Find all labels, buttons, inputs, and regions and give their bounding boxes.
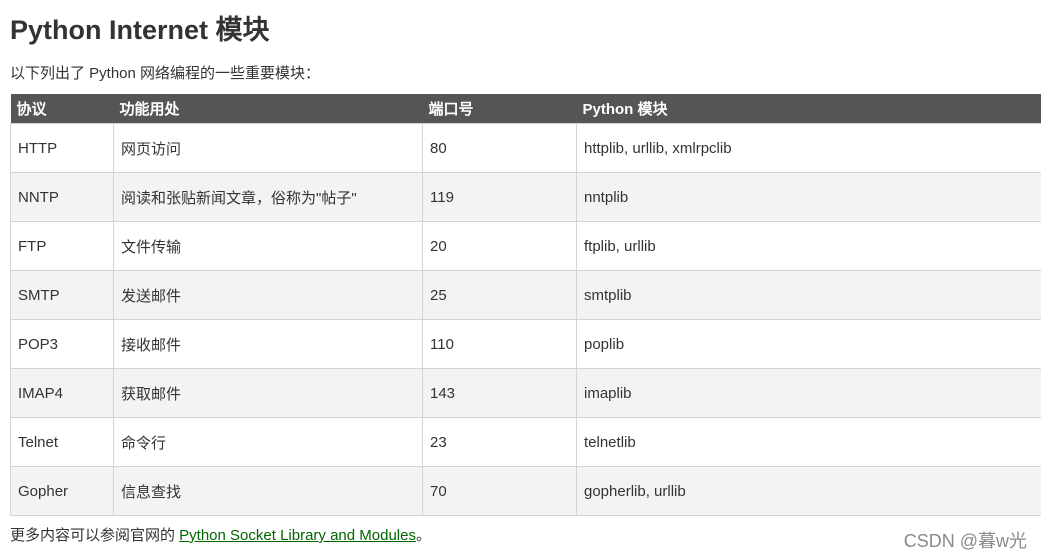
cell-function: 接收邮件 (113, 319, 423, 369)
cell-function: 网页访问 (113, 123, 423, 173)
cell-module: ftplib, urllib (576, 221, 1041, 271)
footer-prefix: 更多内容可以参阅官网的 (10, 527, 180, 544)
cell-protocol: FTP (10, 221, 114, 271)
cell-module: telnetlib (576, 417, 1041, 467)
csdn-watermark: CSDN @暮w光 (903, 531, 1027, 551)
cell-function: 命令行 (113, 417, 423, 467)
cell-module: imaplib (576, 368, 1041, 418)
cell-protocol: Gopher (10, 466, 114, 516)
footer-text: 更多内容可以参阅官网的 Python Socket Library and Mo… (10, 526, 431, 546)
table-row: IMAP4 获取邮件 143 imaplib (10, 368, 1041, 418)
header-function: 功能用处 (113, 94, 423, 124)
cell-port: 20 (422, 221, 577, 271)
footer-suffix: 。 (415, 527, 431, 544)
cell-function: 阅读和张贴新闻文章，俗称为"帖子" (113, 172, 423, 222)
cell-port: 25 (422, 270, 577, 320)
cell-port: 119 (422, 172, 577, 222)
table-row: SMTP 发送邮件 25 smtplib (10, 270, 1041, 320)
cell-function: 获取邮件 (113, 368, 423, 418)
cell-protocol: Telnet (10, 417, 114, 467)
cell-protocol: POP3 (10, 319, 114, 369)
header-protocol: 协议 (10, 94, 114, 124)
cell-port: 80 (422, 123, 577, 173)
page-title: Python Internet 模块 (10, 15, 270, 45)
cell-protocol: SMTP (10, 270, 114, 320)
table-header-row: 协议 功能用处 端口号 Python 模块 (10, 94, 1041, 124)
table-row: Telnet 命令行 23 telnetlib (10, 417, 1041, 467)
modules-table: 协议 功能用处 端口号 Python 模块 HTTP 网页访问 80 httpl… (10, 94, 1041, 516)
table-row: Gopher 信息查找 70 gopherlib, urllib (10, 466, 1041, 516)
cell-module: smtplib (576, 270, 1041, 320)
intro-text: 以下列出了 Python 网络编程的一些重要模块： (10, 65, 321, 82)
cell-module: nntplib (576, 172, 1041, 222)
table-row: NNTP 阅读和张贴新闻文章，俗称为"帖子" 119 nntplib (10, 172, 1041, 222)
cell-port: 70 (422, 466, 577, 516)
cell-port: 143 (422, 368, 577, 418)
cell-protocol: IMAP4 (10, 368, 114, 418)
header-python-module: Python 模块 (576, 94, 1041, 124)
cell-port: 23 (422, 417, 577, 467)
cell-function: 文件传输 (113, 221, 423, 271)
cell-port: 110 (422, 319, 577, 369)
cell-module: httplib, urllib, xmlrpclib (576, 123, 1041, 173)
cell-function: 发送邮件 (113, 270, 423, 320)
cell-function: 信息查找 (113, 466, 423, 516)
python-socket-library-link[interactable]: Python Socket Library and Modules (179, 527, 416, 544)
cell-protocol: HTTP (10, 123, 114, 173)
header-port: 端口号 (422, 94, 577, 124)
cell-protocol: NNTP (10, 172, 114, 222)
table-row: HTTP 网页访问 80 httplib, urllib, xmlrpclib (10, 123, 1041, 173)
cell-module: poplib (576, 319, 1041, 369)
table-row: FTP 文件传输 20 ftplib, urllib (10, 221, 1041, 271)
cell-module: gopherlib, urllib (576, 466, 1041, 516)
table-row: POP3 接收邮件 110 poplib (10, 319, 1041, 369)
